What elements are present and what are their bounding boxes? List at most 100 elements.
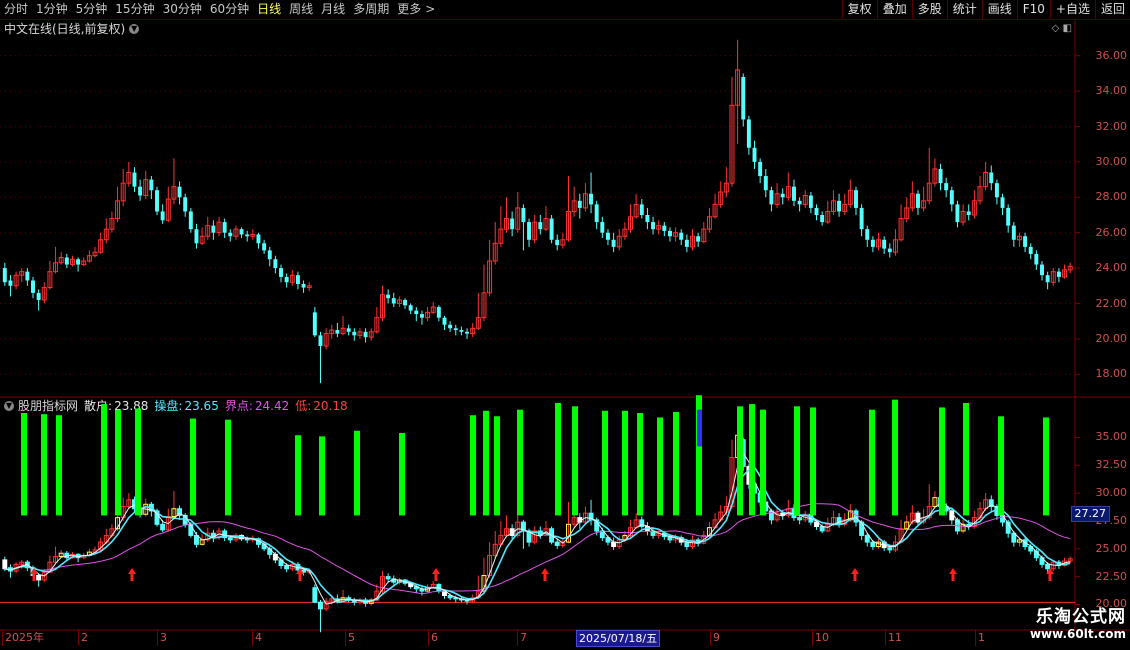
candle-body-down [916,193,920,208]
signal-bar [135,408,141,516]
signal-bar [354,430,360,516]
candle-body-down [183,197,188,212]
ind-candle-body [684,541,690,548]
price-tick-label: 18.00 [1095,367,1128,381]
candle-body-down [2,268,7,283]
candle-body-down [837,200,842,212]
price-tick-label: 24.00 [1095,261,1128,275]
candlestick-chart[interactable] [0,0,1130,650]
date-tick-label: 1 [975,630,985,646]
signal-bar [319,436,325,516]
ind-candle-body [554,541,560,546]
candle-body-down [403,299,408,306]
candle-body-down [854,190,858,208]
candle-body-down [645,215,650,223]
signal-bar [517,409,523,516]
candle-body-down [1011,225,1016,240]
price-tick-label: 20.00 [1095,331,1128,345]
signal-bar [794,406,800,516]
price-tick-label: 34.00 [1095,84,1128,98]
candle-body-down [605,232,610,240]
candle-body-down [780,193,785,198]
signal-bar [760,409,766,516]
candle-body-down [769,190,774,205]
candle-body-down [555,239,560,246]
ind-candle-body [1045,563,1051,570]
candle-body-down [938,168,943,184]
signal-bar [494,416,500,516]
signal-bar [399,433,405,516]
price-tick-label: 32.00 [1095,119,1128,133]
signal-bar [963,402,969,516]
candle-body-down [577,200,582,208]
ind-candle-body [227,537,233,541]
candle-body-down [228,232,233,237]
date-tick-label: 10 [812,630,829,646]
peak-marker [697,409,702,447]
candle-body-down [465,331,470,334]
candle-body-down [149,179,154,191]
candle-body-down [859,207,864,230]
candle-body-down [245,234,250,237]
candle-body-down [36,292,41,300]
ind-candle-body [2,559,8,570]
candle-body-down [1034,253,1039,265]
candle-body-down [763,176,768,191]
candle-body-down [752,147,757,162]
candle-body-down [453,328,458,331]
candle-body-down [408,305,413,311]
signal-bar [295,435,301,516]
candle-body-down [527,222,532,240]
candle-body-down [188,211,193,230]
ind-candle-body [312,587,318,603]
candle-body-down [284,276,289,283]
candle-body-down [594,204,599,223]
indicator-tick-label: 35.00 [1095,430,1128,444]
candle-body-down [76,259,81,265]
up-arrow-icon [128,568,136,581]
candle-body-down [758,161,763,177]
candle-body-down [273,259,278,269]
ind-candle-body [836,517,842,525]
signal-bar [657,417,663,516]
logo-url: www.60lt.com [1029,627,1126,641]
date-tick-label: 6 [428,630,438,646]
candle-body-down [741,76,746,120]
signal-bar [737,406,743,516]
candle-body-down [696,236,701,242]
candle-body-down [814,207,819,215]
ind-candle-body [870,541,876,548]
candle-body-down [279,268,283,277]
candle-body-down [944,183,949,191]
current-value-badge: 27.27 [1070,506,1110,522]
candle-body-down [8,280,13,286]
candle-body-down [64,257,69,265]
candle-body-down [363,331,368,338]
up-arrow-icon [541,568,549,581]
candle-body-down [510,218,515,230]
candle-body-down [1000,197,1005,208]
candle-body-down [651,222,656,230]
up-arrow-icon [432,568,440,581]
candle-body-down [386,294,391,299]
candle-body-down [391,298,396,304]
signal-bar [115,409,121,516]
candle-body-down [256,234,261,244]
signal-bar [939,407,945,516]
candle-body-down [301,284,306,288]
signal-bar [892,399,898,516]
candle-body-down [667,230,672,237]
date-tick-label: 11 [885,630,902,646]
candle-body-down [318,335,323,346]
indicator-tick-label: 32.50 [1095,458,1128,472]
candle-body-down [955,204,960,223]
candle-body-down [1045,275,1050,283]
price-tick-label: 26.00 [1095,225,1128,239]
candle-body-down [549,218,554,240]
candle-body-down [611,239,616,247]
candle-body-down [949,190,954,205]
ind-candle-body [887,547,893,551]
signal-bar [470,415,476,516]
candle-body-down [870,239,875,247]
candle-body-down [887,248,892,253]
